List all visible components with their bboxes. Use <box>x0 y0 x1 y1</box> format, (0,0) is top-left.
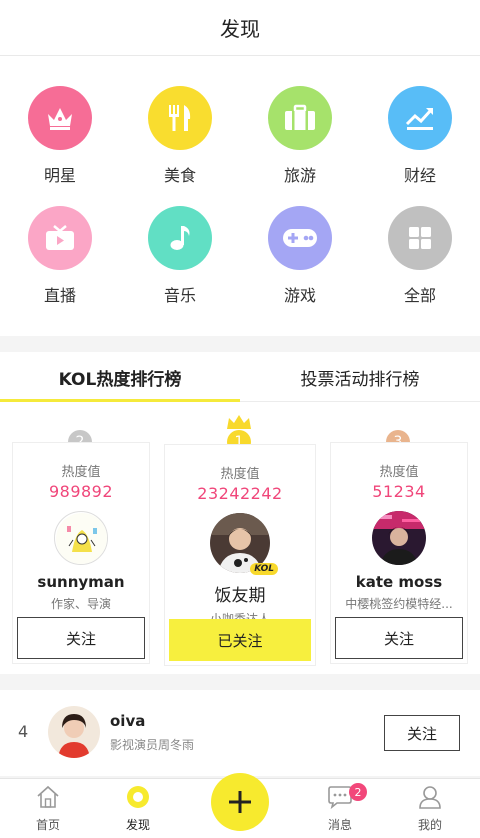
category-label: 全部 <box>403 286 436 305</box>
kol-name: oiva <box>110 712 146 730</box>
heat-value: 51234 <box>372 482 426 501</box>
discover-icon <box>127 786 149 808</box>
avatar[interactable] <box>48 706 100 758</box>
tab-kol-ranking[interactable]: KOL热度排行榜 <box>0 352 240 402</box>
kol-description: 作家、导演 <box>50 597 111 611</box>
category-games[interactable]: 游戏 <box>240 206 360 316</box>
crown-icon <box>227 415 251 429</box>
tab-label: 我的 <box>417 818 442 832</box>
category-all[interactable]: 全部 <box>360 206 480 316</box>
trend-chart-icon <box>388 86 452 150</box>
follow-button[interactable]: 关注 <box>384 715 460 751</box>
tab-home[interactable]: 首页 <box>8 785 88 833</box>
category-live[interactable]: 直播 <box>0 206 120 316</box>
tab-profile[interactable]: 我的 <box>390 785 470 833</box>
tab-label: 首页 <box>35 818 60 832</box>
avatar[interactable] <box>54 511 108 565</box>
rank-number: 4 <box>18 722 29 741</box>
category-food[interactable]: 美食 <box>120 86 240 196</box>
home-icon <box>37 785 59 808</box>
user-icon <box>419 786 441 809</box>
tab-vote-ranking[interactable]: 投票活动排行榜 <box>240 352 480 402</box>
ranking-card-2: 热度值 989892 sunnyman 作家、导演 关注 <box>12 442 150 664</box>
category-label: 美食 <box>163 166 196 185</box>
music-note-icon <box>148 206 212 270</box>
category-grid: 明星 美食 旅游 财经 直播 音乐 游戏 全部 <box>0 56 480 336</box>
tv-icon <box>28 206 92 270</box>
category-travel[interactable]: 旅游 <box>240 86 360 196</box>
heat-value: 23242242 <box>197 484 283 503</box>
create-button[interactable] <box>211 773 269 831</box>
avatar[interactable] <box>372 511 426 565</box>
heat-label: 热度值 <box>379 465 419 480</box>
kol-name: kate moss <box>355 573 443 591</box>
header: 发现 <box>0 0 480 56</box>
kol-description: 影视演员周冬雨 <box>110 738 195 752</box>
kol-badge: KOL <box>250 563 278 575</box>
tab-label: 发现 <box>125 818 150 832</box>
heat-label: 热度值 <box>220 467 260 482</box>
gamepad-icon <box>268 206 332 270</box>
heat-value: 989892 <box>48 482 114 501</box>
discover-screen: 发现 明星 美食 旅游 财经 直播 音乐 游戏 全部 KOL热度排行榜 投票活动… <box>0 0 480 838</box>
category-label: 明星 <box>43 166 76 185</box>
kol-name: sunnyman <box>37 573 125 591</box>
kol-name: 饭友期 <box>214 586 266 606</box>
tab-label: 消息 <box>327 818 352 832</box>
tab-messages[interactable]: 2 消息 <box>300 783 380 833</box>
ranking-card-3: 热度值 51234 kate moss 中樱桃签约模特经... 关注 <box>330 442 468 664</box>
kol-description: 中樱桃签约模特经... <box>345 597 453 611</box>
ranking-card-1: 热度值 23242242 KOL 饭友期 小咖秀达人 已关注 <box>164 444 316 666</box>
page-title: 发现 <box>220 17 260 41</box>
category-label: 音乐 <box>163 286 196 305</box>
grid-icon <box>388 206 452 270</box>
followed-button[interactable]: 已关注 <box>169 619 311 661</box>
category-music[interactable]: 音乐 <box>120 206 240 316</box>
category-label: 游戏 <box>283 286 316 305</box>
bottom-tab-bar: 首页 发现 2 消息 我的 <box>0 773 480 838</box>
crown-icon <box>28 86 92 150</box>
category-label: 旅游 <box>283 166 316 185</box>
avatar[interactable]: KOL <box>210 513 278 575</box>
category-stars[interactable]: 明星 <box>0 86 120 196</box>
list-item[interactable]: 4 oiva 影视演员周冬雨 关注 <box>0 690 480 776</box>
follow-button[interactable]: 关注 <box>17 617 145 659</box>
category-label: 直播 <box>43 286 76 305</box>
ranking-tabs: KOL热度排行榜 投票活动排行榜 <box>0 352 480 402</box>
heat-label: 热度值 <box>61 465 101 480</box>
top3-ranking: 2 热度值 989892 sunnyman 作家、导演 关注 1 热度值 232… <box>0 402 480 674</box>
follow-button[interactable]: 关注 <box>335 617 463 659</box>
category-label: 财经 <box>403 166 436 185</box>
category-finance[interactable]: 财经 <box>360 86 480 196</box>
unread-badge: 2 <box>349 783 367 801</box>
tab-discover[interactable]: 发现 <box>98 785 178 833</box>
suitcase-icon <box>268 86 332 150</box>
plus-icon <box>229 791 251 813</box>
fork-knife-icon <box>148 86 212 150</box>
